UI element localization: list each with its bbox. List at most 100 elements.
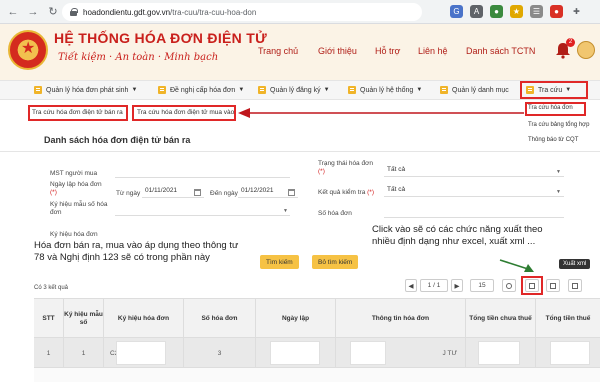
cell-form-symbol: 1 (64, 338, 104, 368)
dropdown-item-summary-lookup[interactable]: Tra cứu bảng tổng hợp (528, 122, 589, 128)
extension-icon[interactable]: ● (550, 5, 563, 18)
national-emblem-logo (8, 30, 48, 70)
address-bar[interactable]: hoadondientu.gdt.gov.vn/tra-cuu/tra-cuu-… (62, 3, 422, 21)
site-slogan: Tiết kiệm · An toàn · Minh bạch (58, 52, 219, 63)
table-header: STT Ký hiệu mẫu số Ký hiệu hóa đơn Số hó… (34, 298, 600, 339)
extension-icon[interactable]: ★ (510, 5, 523, 18)
document-icon (440, 86, 448, 94)
nav-tctn-list[interactable]: Danh sách TCTN (466, 46, 535, 56)
menu-catalog[interactable]: Quản lý danh mục (440, 86, 509, 94)
export-xml-button[interactable] (546, 279, 560, 292)
annotation-arrow (499, 259, 534, 272)
table-row[interactable] (34, 368, 600, 382)
puzzle-icon[interactable]: ✚ (570, 5, 583, 18)
column-header-subtotal: Tổng tiền chưa thuế (466, 299, 536, 339)
highlight-box (520, 81, 588, 99)
invoice-number-label: Số hóa đơn (318, 210, 352, 217)
chevron-down-icon: ▼ (556, 169, 561, 175)
nav-contact[interactable]: Liên hệ (418, 46, 448, 56)
prev-page-button[interactable]: ◀ (405, 279, 417, 292)
export-xml-tooltip: Xuất xml (559, 259, 591, 269)
search-button-label: Tìm kiếm (266, 258, 293, 266)
table-row[interactable]: 1 1 C2 3 J TƯ (34, 338, 600, 368)
column-header-form-symbol: Ký hiệu mẫu số (64, 299, 104, 339)
redaction-box (350, 341, 386, 365)
calendar-icon[interactable] (194, 189, 201, 196)
reload-icon[interactable]: ↻ (46, 5, 60, 19)
form-symbol-label: Ký hiệu mẫu số hóa đơn (50, 201, 108, 216)
cell-stt: 1 (34, 338, 64, 368)
highlight-box (28, 105, 128, 121)
highlight-box (525, 102, 586, 116)
column-header-invoice-symbol: Ký hiệu hóa đơn (104, 299, 184, 339)
dropdown-item-tax-notices[interactable]: Thông báo từ CQT (528, 137, 578, 143)
to-date-label: Đến ngày (210, 190, 238, 197)
redaction-box (116, 341, 166, 365)
nav-home[interactable]: Trang chủ (258, 46, 298, 56)
next-page-button[interactable]: ▶ (451, 279, 463, 292)
extension-icon[interactable]: ● (490, 5, 503, 18)
document-icon (348, 86, 356, 94)
menu-label: Đề nghị cấp hóa đơn (170, 86, 236, 94)
chevron-down-icon: ▼ (323, 87, 330, 93)
document-icon (34, 86, 42, 94)
user-avatar-icon[interactable] (577, 41, 595, 59)
site-title: HỆ THỐNG HÓA ĐƠN ĐIỆN TỬ (54, 30, 268, 46)
from-date-label: Từ ngày (116, 190, 141, 197)
nav-about[interactable]: Giới thiệu (318, 46, 357, 56)
menu-request-invoices[interactable]: Đề nghị cấp hóa đơn ▼ (158, 86, 244, 94)
nav-support[interactable]: Hỗ trợ (375, 46, 400, 56)
extension-icon[interactable]: A (470, 5, 483, 18)
export-excel-button[interactable] (568, 279, 582, 292)
check-result-select[interactable]: Tất cả (384, 186, 564, 197)
annotation-note-right: Click vào sẽ có các chức năng xuất theo … (372, 224, 543, 247)
menu-registration[interactable]: Quản lý đăng ký ▼ (258, 86, 330, 94)
result-count: Có 3 kết quả (34, 285, 69, 291)
highlight-box (521, 276, 543, 295)
chevron-down-icon: ▼ (238, 87, 245, 93)
clear-search-button-label: Bỏ tìm kiếm (318, 258, 353, 266)
chevron-down-icon: ▼ (283, 208, 288, 214)
column-header-invoice-info: Thông tin hóa đơn (336, 299, 466, 339)
forward-icon[interactable]: → (26, 5, 40, 19)
column-header-date: Ngày lập (256, 299, 336, 339)
check-result-label: Kết quả kiểm tra (*) (318, 189, 374, 196)
chevron-down-icon: ▼ (416, 87, 423, 93)
annotation-arrow (238, 108, 524, 118)
search-button[interactable]: Tìm kiếm (260, 255, 299, 269)
cell-text: J TƯ (442, 349, 457, 357)
invoice-date-label: Ngày lập hóa đơn (*) (50, 181, 102, 196)
extension-icon[interactable]: ☰ (530, 5, 543, 18)
clear-search-button[interactable]: Bỏ tìm kiếm (312, 255, 359, 269)
invoice-status-select[interactable]: Tất cả (384, 166, 564, 177)
buyer-tax-code-input[interactable] (115, 167, 290, 178)
filter-icon[interactable] (502, 279, 516, 292)
redaction-box (270, 341, 320, 365)
invoice-number-input[interactable] (384, 207, 564, 218)
annotation-note-left: Hóa đơn bán ra, mua vào áp dụng theo thô… (34, 240, 239, 263)
menu-system[interactable]: Quản lý hệ thống ▼ (348, 86, 422, 94)
cell-invoice-number: 3 (184, 338, 256, 368)
chevron-down-icon: ▼ (131, 87, 138, 93)
main-menu: Quản lý hóa đơn phát sinh ▼ Đề nghị cấp … (0, 80, 600, 100)
page-size-select[interactable]: 15 (470, 279, 494, 292)
highlight-box (132, 105, 236, 121)
menu-label: Quản lý danh mục (452, 86, 509, 94)
page-indicator: 1 / 1 (420, 279, 448, 292)
redaction-box (550, 341, 590, 365)
invoice-status-label: Trạng thái hóa đơn (*) (318, 160, 373, 175)
back-icon[interactable]: ← (6, 5, 20, 19)
site-header: HỆ THỐNG HÓA ĐƠN ĐIỆN TỬ Tiết kiệm · An … (0, 24, 600, 80)
document-icon (158, 86, 166, 94)
lock-icon (70, 8, 78, 16)
calendar-icon[interactable] (288, 189, 295, 196)
extension-icon[interactable]: G (450, 5, 463, 18)
menu-issued-invoices[interactable]: Quản lý hóa đơn phát sinh ▼ (34, 86, 137, 94)
menu-label: Quản lý hóa đơn phát sinh (46, 86, 129, 94)
url-host: hoadondientu.gdt.gov.vn (83, 7, 171, 17)
column-header-invoice-number: Số hóa đơn (184, 299, 256, 339)
form-symbol-input[interactable] (115, 205, 290, 216)
menu-label: Quản lý hệ thống (360, 86, 414, 94)
document-icon (258, 86, 266, 94)
notification-badge: 2 (566, 38, 575, 47)
